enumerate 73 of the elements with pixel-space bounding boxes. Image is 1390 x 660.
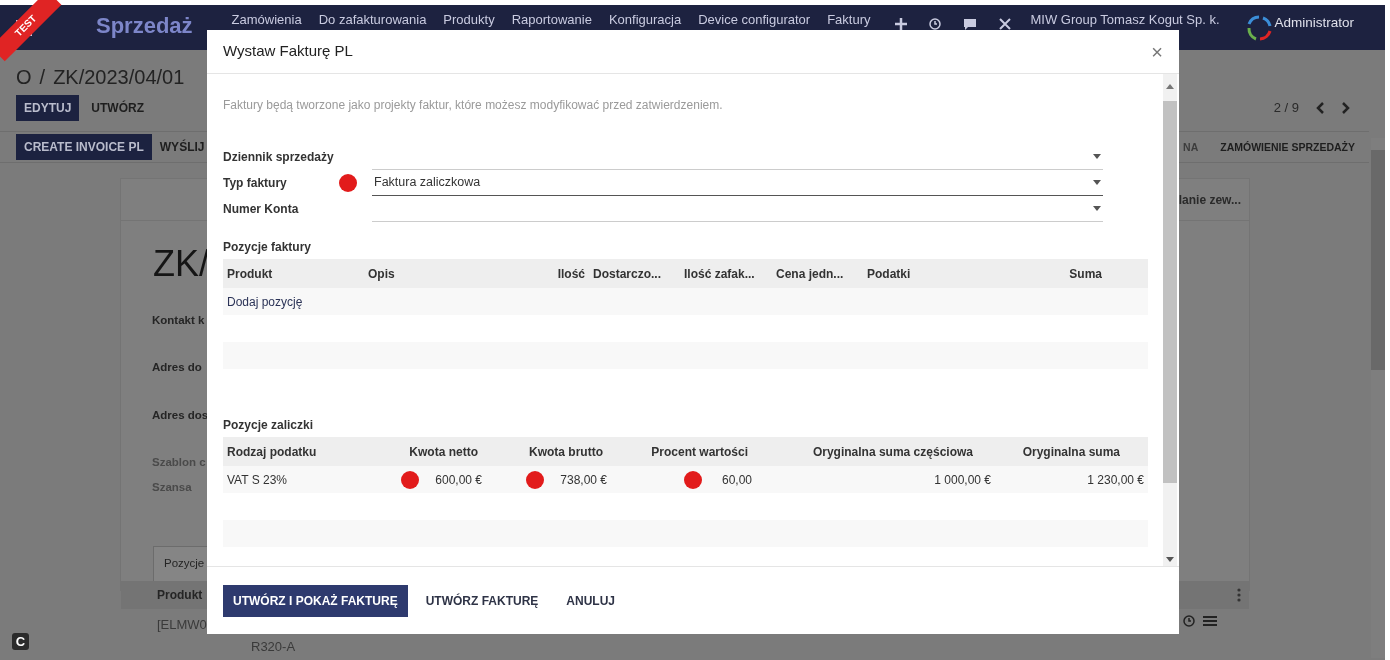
table-cell-text: 600,00 € — [435, 471, 482, 489]
table-cell-text: 1 230,00 € — [1087, 471, 1144, 489]
column-header: Procent wartości — [625, 437, 770, 466]
menu-item[interactable]: Do zafakturowania — [318, 9, 427, 30]
company-logo-icon[interactable] — [1245, 14, 1272, 41]
field-label: Dziennik sprzedaży — [223, 149, 335, 166]
create-button[interactable]: UTWÓRZ — [83, 95, 152, 121]
column-header: Podatki — [863, 259, 996, 288]
menu-item[interactable]: Zamówienia — [231, 9, 302, 30]
column-header: Ilość — [514, 259, 589, 288]
table-cell: VAT S 23% — [223, 466, 370, 493]
scrollbar[interactable] — [1163, 74, 1177, 566]
menu-item[interactable]: Produkty — [443, 9, 495, 30]
caret-icon — [1093, 206, 1101, 211]
column-header: Rodzaj podatku — [223, 437, 370, 466]
dialog-button[interactable]: ANULUJ — [556, 584, 625, 617]
column-header: Produkt — [223, 259, 364, 288]
next-icon[interactable] — [1341, 102, 1351, 114]
add-line-link[interactable]: Dodaj pozycję — [227, 294, 303, 309]
status-stage[interactable]: ZAMÓWIENIE SPRZEDAŻY — [1206, 132, 1369, 162]
column-header: Suma — [996, 259, 1106, 288]
menu-item[interactable]: Faktury — [827, 9, 871, 30]
previous-icon[interactable] — [1315, 102, 1325, 114]
pager-counter: 2 / 9 — [1273, 99, 1299, 118]
menu-item[interactable]: Device configurator — [698, 9, 811, 30]
section-title: Pozycje faktury — [223, 239, 313, 256]
select-field[interactable]: Faktura zaliczkowa — [372, 170, 1103, 196]
caret-icon — [1093, 154, 1101, 159]
dialog-button[interactable]: UTWÓRZ FAKTURĘ — [415, 584, 549, 617]
plus-icon[interactable] — [894, 17, 907, 30]
breadcrumb-separator: / — [39, 65, 46, 90]
column-header: Cena jedn... — [772, 259, 863, 288]
column-header: Oryginalna suma częściowa — [770, 437, 995, 466]
company-switcher[interactable]: MIW Group Tomasz Kogut Sp. k. — [1030, 9, 1220, 30]
scroll-down-icon[interactable] — [1166, 557, 1174, 562]
breadcrumb-link[interactable]: O — [16, 62, 32, 92]
column-header: Opis — [364, 259, 514, 288]
dialog-button[interactable]: UTWÓRZ I POKAŻ FAKTURĘ — [223, 584, 408, 617]
field-label: Kontakt k — [152, 313, 206, 328]
user-menu[interactable]: Administrator — [1274, 13, 1355, 34]
corner-badge[interactable]: C — [12, 633, 29, 650]
table-cell-text: 738,00 € — [560, 471, 607, 489]
column-header: Kwota brutto — [500, 437, 625, 466]
close-button[interactable]: × — [1151, 41, 1163, 62]
field-label: Adres do — [152, 360, 203, 376]
table-cell-text: [ELMW0 — [157, 615, 207, 634]
field-label: Numer Konta — [223, 201, 300, 218]
column-header: Ilość zafak... — [680, 259, 772, 288]
table-cell-text: 1 000,00 € — [934, 471, 991, 489]
breadcrumb-current: ZK/2023/04/01 — [53, 65, 185, 90]
app-title: Sprzedaż — [96, 12, 193, 40]
dialog-title: Wystaw Fakturę PL — [223, 41, 353, 62]
scroll-up-icon[interactable] — [1166, 84, 1174, 90]
field-label: Adres dos — [152, 407, 210, 423]
kebab-menu-icon[interactable] — [1237, 587, 1241, 602]
column-header: Dostarczo... — [589, 259, 680, 288]
section-title: Pozycje zaliczki — [223, 417, 315, 434]
menu-item[interactable]: Konfiguracja — [608, 9, 682, 30]
intro-text: Faktury będą tworzone jako projekty faktur, które możesz modyfikować przed zatwierdzeniem. — [223, 97, 724, 114]
column-header: Kwota netto — [370, 437, 500, 466]
menu-item[interactable]: Raportowanie — [511, 9, 592, 30]
table-cell-text: R320-A — [251, 637, 296, 656]
edit-button[interactable]: EDYTUJ — [16, 95, 80, 121]
list-icon[interactable] — [1203, 614, 1217, 627]
record-title: ZK/ — [153, 246, 209, 282]
chat-icon[interactable] — [962, 17, 977, 30]
table-cell-text: 60,00 — [721, 471, 752, 489]
field-label: Typ faktury — [223, 175, 288, 192]
action-button[interactable]: CREATE INVOICE PL — [16, 134, 152, 160]
action-button[interactable]: WYŚLIJ — [151, 134, 213, 160]
column-header: Produkt — [157, 586, 203, 604]
caret-icon — [1093, 180, 1101, 185]
column-header: Oryginalna suma — [995, 437, 1148, 466]
